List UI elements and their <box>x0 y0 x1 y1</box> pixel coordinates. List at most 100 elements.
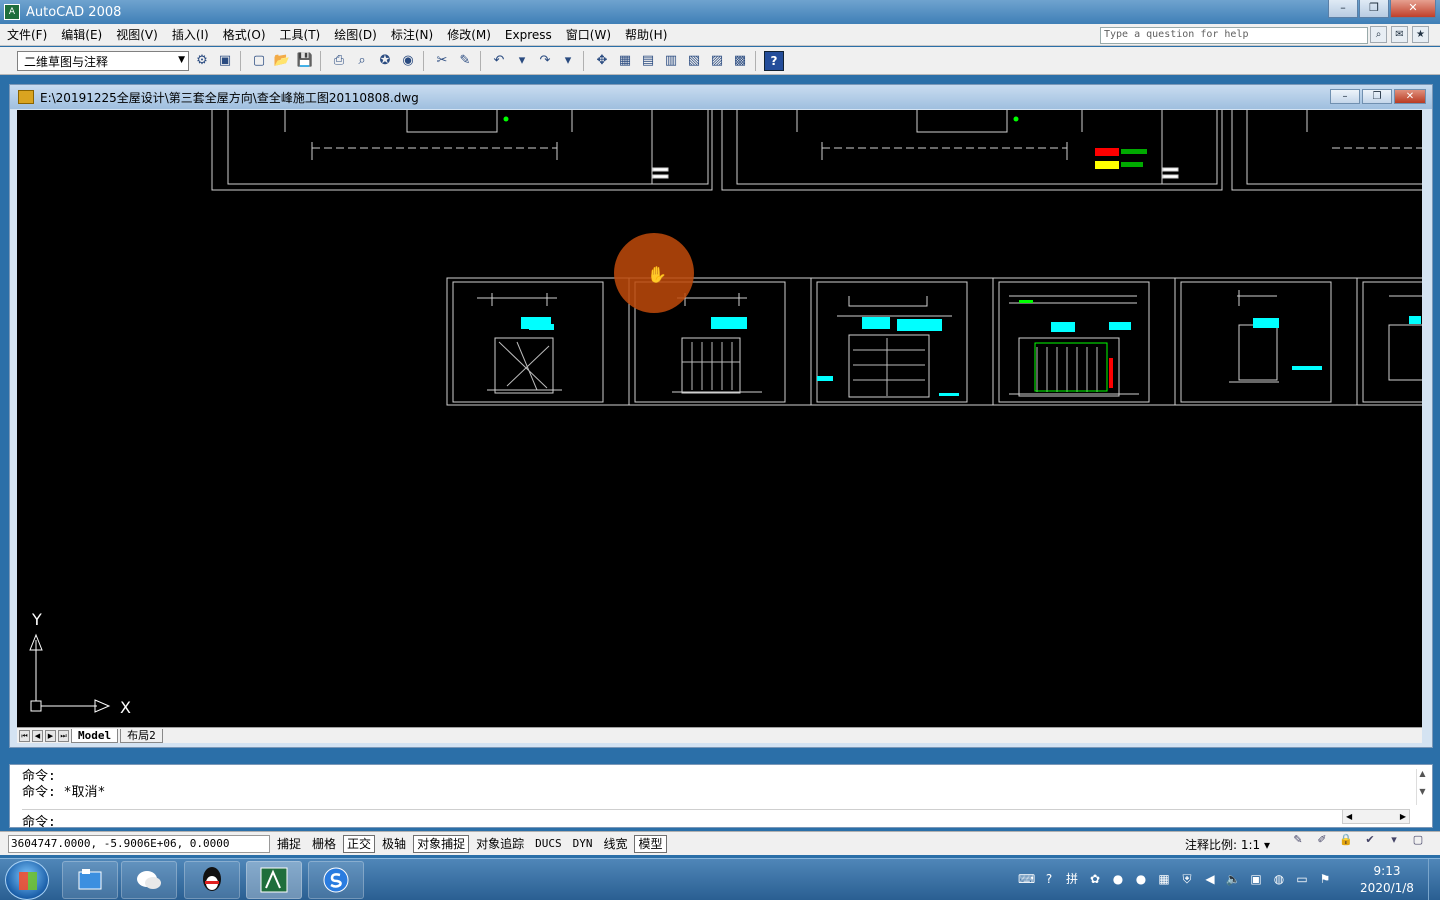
clean-screen-icon[interactable]: ▢ <box>1410 833 1426 849</box>
menu-express[interactable]: Express <box>498 25 559 45</box>
command-hscrollbar[interactable]: ◀ ▶ <box>1342 809 1410 824</box>
taskbar-clock[interactable]: 9:13 2020/1/8 <box>1356 863 1418 897</box>
command-input[interactable]: 命令: <box>22 809 1352 830</box>
properties-icon[interactable]: ▦ <box>615 51 635 71</box>
ortho-toggle[interactable]: 正交 <box>343 834 376 853</box>
lineweight-toggle[interactable]: 线宽 <box>599 835 631 853</box>
taskbar-qq-icon[interactable] <box>184 861 240 899</box>
new-file-icon[interactable]: ▢ <box>249 51 269 71</box>
3d-dwf-icon[interactable]: ◉ <box>398 51 418 71</box>
show-desktop-button[interactable] <box>1428 859 1440 900</box>
match-properties-icon[interactable]: ✎ <box>455 51 475 71</box>
workspace-settings-icon[interactable]: ⚙ <box>192 51 212 71</box>
favorites-star-icon[interactable]: ★ <box>1412 26 1429 43</box>
tab-next-icon[interactable]: ▶ <box>45 729 56 742</box>
ducs-toggle[interactable]: DUCS <box>531 835 566 853</box>
status-menu-icon[interactable]: ▾ <box>1386 833 1402 849</box>
shield-icon[interactable]: ⛨ <box>1179 871 1195 887</box>
tool-palettes-icon[interactable]: ▥ <box>661 51 681 71</box>
menu-format[interactable]: 格式(O) <box>216 25 273 45</box>
taskbar-sogou-icon[interactable] <box>308 861 364 899</box>
taskbar-file-explorer-icon[interactable] <box>62 861 118 899</box>
wechat-tray-icon[interactable]: ● <box>1110 871 1126 887</box>
qq-tray-icon[interactable]: ● <box>1133 871 1149 887</box>
start-button[interactable] <box>5 860 49 900</box>
menu-tools[interactable]: 工具(T) <box>273 25 328 45</box>
redo-dropdown-icon[interactable]: ▾ <box>558 51 578 71</box>
polar-toggle[interactable]: 极轴 <box>378 835 410 853</box>
workspace-save-icon[interactable]: ▣ <box>215 51 235 71</box>
undo-icon[interactable]: ↶ <box>489 51 509 71</box>
restore-button[interactable]: ❐ <box>1359 0 1389 18</box>
menu-view[interactable]: 视图(V) <box>109 25 165 45</box>
tray-settings-icon[interactable]: ✔ <box>1362 833 1378 849</box>
otrack-toggle[interactable]: 对象追踪 <box>472 835 528 853</box>
drawing-minimize-button[interactable]: – <box>1330 89 1360 104</box>
lock-icon[interactable]: 🔒 <box>1338 833 1354 849</box>
menu-draw[interactable]: 绘图(D) <box>327 25 384 45</box>
tab-prev-icon[interactable]: ◀ <box>32 729 43 742</box>
model-toggle[interactable]: 模型 <box>634 834 667 853</box>
taskbar-autocad-icon[interactable] <box>246 861 302 899</box>
windows-update-icon[interactable]: ▦ <box>1156 871 1172 887</box>
search-icon[interactable]: ⌕ <box>1370 26 1387 43</box>
print-preview-icon[interactable]: ⌕ <box>352 51 372 71</box>
ime-icon[interactable]: 拼 <box>1064 871 1080 887</box>
flower-icon[interactable]: ✿ <box>1087 871 1103 887</box>
tab-first-icon[interactable]: ⏮ <box>19 729 30 742</box>
help-icon[interactable]: ? <box>764 50 784 71</box>
calculator-icon[interactable]: ▩ <box>730 51 750 71</box>
coordinate-readout[interactable]: 3604747.0000, -5.9006E+06, 0.0000 <box>8 834 270 853</box>
help-tray-icon[interactable]: ? <box>1041 871 1057 887</box>
dyn-toggle[interactable]: DYN <box>569 835 597 853</box>
annotation-scale[interactable]: 注释比例: 1:1 ▾ <box>1185 836 1270 853</box>
display-icon[interactable]: ▣ <box>1248 871 1264 887</box>
tab-layout2[interactable]: 布局2 <box>120 728 163 743</box>
menu-edit[interactable]: 编辑(E) <box>54 25 109 45</box>
sheet-set-icon[interactable]: ▧ <box>684 51 704 71</box>
flag-icon[interactable]: ⚑ <box>1317 871 1333 887</box>
monitor-icon[interactable]: ▭ <box>1294 871 1310 887</box>
drawing-restore-button[interactable]: ❐ <box>1362 89 1392 104</box>
taskbar-wechat-icon[interactable] <box>121 861 177 899</box>
design-center-icon[interactable]: ▤ <box>638 51 658 71</box>
undo-dropdown-icon[interactable]: ▾ <box>512 51 532 71</box>
status-tray-icons: ✎ ✐ 🔒 ✔ ▾ ▢ <box>1290 833 1426 849</box>
menu-file[interactable]: 文件(F) <box>0 25 54 45</box>
command-history-line: 命令: <box>22 769 56 784</box>
tab-model[interactable]: Model <box>71 728 119 743</box>
print-icon[interactable]: ⎙ <box>329 51 349 71</box>
cut-icon[interactable]: ✂ <box>432 51 452 71</box>
network-icon[interactable]: ◍ <box>1271 871 1287 887</box>
osnap-toggle[interactable]: 对象捕捉 <box>413 834 470 853</box>
menu-insert[interactable]: 插入(I) <box>165 25 216 45</box>
auto-scale-icon[interactable]: ✐ <box>1314 833 1330 849</box>
communication-center-icon[interactable]: ✉ <box>1391 26 1408 43</box>
annotation-visibility-icon[interactable]: ✎ <box>1290 833 1306 849</box>
workspace-dropdown[interactable]: 二维草图与注释 ▼ <box>17 50 189 71</box>
close-button[interactable]: ✕ <box>1390 0 1436 18</box>
pan-realtime-icon[interactable]: ✥ <box>592 51 612 71</box>
publish-icon[interactable]: ✪ <box>375 51 395 71</box>
drawing-close-button[interactable]: ✕ <box>1394 89 1426 104</box>
help-search-input[interactable]: Type a question for help <box>1100 27 1368 44</box>
tab-last-icon[interactable]: ⏭ <box>58 729 69 742</box>
save-icon[interactable]: 💾 <box>295 51 315 71</box>
volume-icon[interactable]: 🔈 <box>1225 871 1241 887</box>
model-space-canvas[interactable]: ✋ Y X <box>17 110 1422 727</box>
grid-toggle[interactable]: 栅格 <box>308 835 340 853</box>
menu-window[interactable]: 窗口(W) <box>559 25 618 45</box>
keyboard-icon[interactable]: ⌨ <box>1018 871 1035 887</box>
top-sheet-3 <box>1231 110 1422 191</box>
command-scrollbar[interactable]: ▲ ▼ <box>1416 769 1428 805</box>
menu-modify[interactable]: 修改(M) <box>440 25 498 45</box>
sound-mute-icon[interactable]: ◀ <box>1202 871 1218 887</box>
menu-help[interactable]: 帮助(H) <box>618 25 674 45</box>
standard-toolbar: 二维草图与注释 ▼ ⚙ ▣ ▢ 📂 💾 ⎙ ⌕ ✪ ◉ ✂ ✎ ↶ ▾ ↷ ▾ … <box>0 47 1440 75</box>
minimize-button[interactable]: – <box>1328 0 1358 18</box>
markup-icon[interactable]: ▨ <box>707 51 727 71</box>
redo-icon[interactable]: ↷ <box>535 51 555 71</box>
menu-dimension[interactable]: 标注(N) <box>384 25 440 45</box>
snap-toggle[interactable]: 捕捉 <box>273 835 305 853</box>
open-folder-icon[interactable]: 📂 <box>272 51 292 71</box>
